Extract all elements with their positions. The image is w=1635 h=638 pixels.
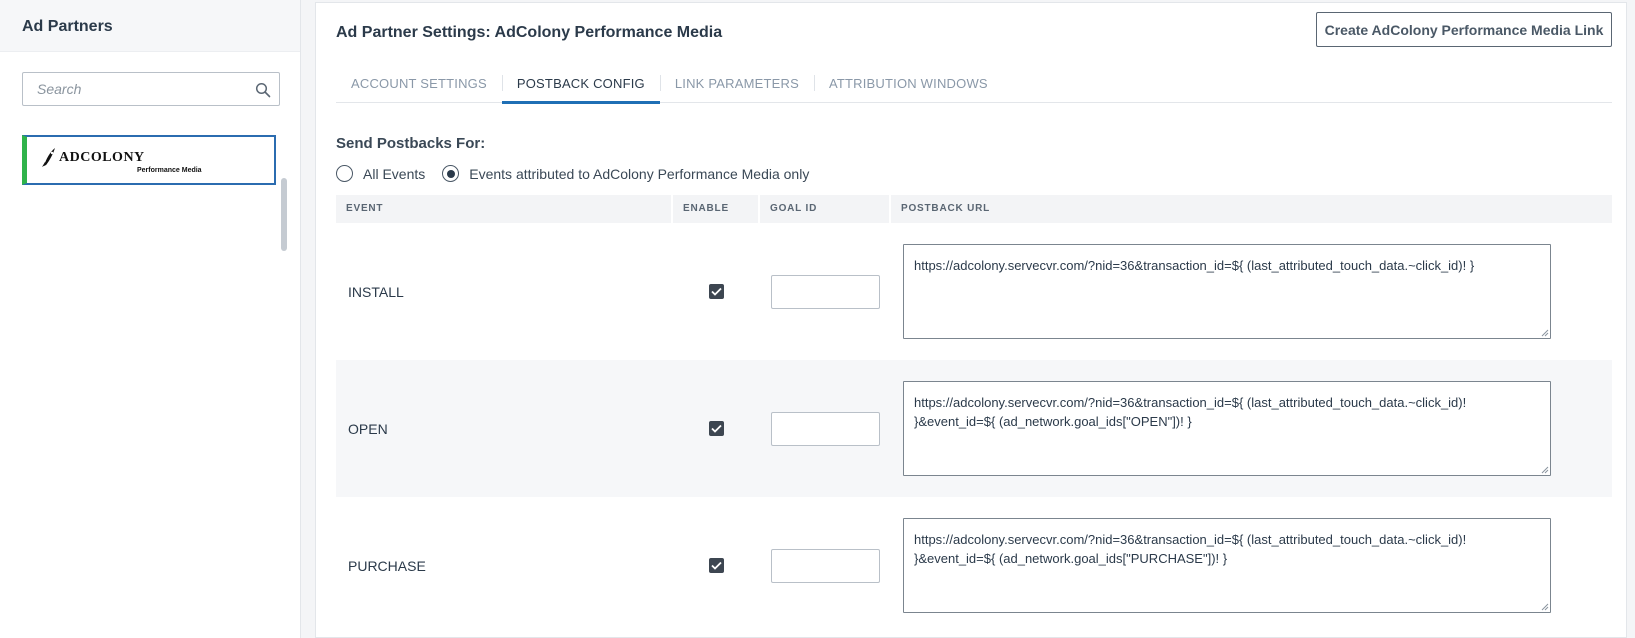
partner-item-adcolony[interactable]: ADCOLONY Performance Media <box>22 135 276 185</box>
checkmark-icon <box>711 561 722 570</box>
goal-id-input[interactable] <box>771 548 880 583</box>
radio-attributed-events-circle[interactable] <box>442 165 460 182</box>
postback-url-textarea[interactable]: https://adcolony.servecvr.com/?nid=36&tr… <box>903 244 1551 339</box>
header-enable: Enable <box>673 195 760 223</box>
postback-table: Event Enable Goal ID Postback URL INSTAL… <box>336 195 1612 634</box>
event-name: INSTALL <box>348 283 404 300</box>
goal-id-cell <box>760 274 891 309</box>
radio-attributed-events-label: Events attributed to AdColony Performanc… <box>469 165 810 182</box>
goal-id-cell <box>760 548 891 583</box>
tab-postback-config[interactable]: Postback Config <box>501 67 660 104</box>
postback-url-cell: https://adcolony.servecvr.com/?nid=36&tr… <box>891 518 1612 613</box>
enable-cell <box>673 284 760 299</box>
send-postbacks-radio-group: All Events Events attributed to AdColony… <box>336 165 826 182</box>
goal-id-input[interactable] <box>771 274 880 309</box>
app-root: Ad Partners ADCOLONY Performance Media <box>0 0 1635 638</box>
partner-search-box <box>22 72 280 106</box>
enable-checkbox[interactable] <box>709 284 724 299</box>
partner-search-input[interactable] <box>23 73 279 105</box>
adcolony-logo-text: ADCOLONY Performance Media <box>59 146 202 175</box>
sidebar-scrollbar[interactable] <box>281 178 287 251</box>
table-row: INSTALL https://adcolony.servecvr.com/?n… <box>336 223 1612 360</box>
search-icon[interactable] <box>255 82 271 98</box>
enable-cell <box>673 558 760 573</box>
goal-id-input[interactable] <box>771 411 880 446</box>
postback-url-textarea[interactable]: https://adcolony.servecvr.com/?nid=36&tr… <box>903 518 1551 613</box>
logo-sub-text: Performance Media <box>137 167 202 174</box>
adcolony-logo: ADCOLONY Performance Media <box>41 146 202 174</box>
checkmark-icon <box>711 287 722 296</box>
tab-attribution-windows[interactable]: Attribution Windows <box>813 67 1003 103</box>
resize-grip-icon[interactable] <box>1541 603 1549 611</box>
header-goal-id: Goal ID <box>760 195 891 223</box>
resize-grip-icon[interactable] <box>1541 329 1549 337</box>
postback-url-wrapper: https://adcolony.servecvr.com/?nid=36&tr… <box>903 518 1551 613</box>
enable-checkbox[interactable] <box>709 558 724 573</box>
enable-checkbox[interactable] <box>709 421 724 436</box>
event-name: OPEN <box>348 420 388 437</box>
enable-cell <box>673 421 760 436</box>
header-postback-url: Postback URL <box>901 203 991 214</box>
tab-account-settings[interactable]: Account Settings <box>336 67 502 103</box>
tab-link-parameters[interactable]: Link Parameters <box>659 67 814 103</box>
postback-url-cell: https://adcolony.servecvr.com/?nid=36&tr… <box>891 244 1612 339</box>
table-row: OPEN https://adcolony.servecvr.com/?nid=… <box>336 360 1612 497</box>
postback-url-wrapper: https://adcolony.servecvr.com/?nid=36&tr… <box>903 381 1551 476</box>
event-name: PURCHASE <box>348 557 426 574</box>
ad-partners-sidebar: Ad Partners ADCOLONY Performance Media <box>0 0 301 638</box>
radio-attributed-events[interactable]: Events attributed to AdColony Performanc… <box>442 165 809 182</box>
postback-url-cell: https://adcolony.servecvr.com/?nid=36&tr… <box>891 381 1612 476</box>
send-postbacks-label: Send Postbacks For: <box>336 135 486 152</box>
page-title: Ad Partner Settings: AdColony Performanc… <box>336 24 723 41</box>
postback-table-header: Event Enable Goal ID Postback URL <box>336 195 1612 223</box>
header-event: Event <box>336 195 673 223</box>
radio-all-events-label: All Events <box>363 165 426 182</box>
postback-url-wrapper: https://adcolony.servecvr.com/?nid=36&tr… <box>903 244 1551 339</box>
create-link-button[interactable]: Create AdColony Performance Media Link <box>1316 12 1612 47</box>
sidebar-title: Ad Partners <box>0 0 300 52</box>
checkmark-icon <box>711 424 722 433</box>
adcolony-rocket-icon <box>42 148 55 167</box>
radio-all-events-circle[interactable] <box>336 165 353 182</box>
settings-tabs: Account Settings Postback Config Link Pa… <box>336 67 1612 104</box>
resize-grip-icon[interactable] <box>1541 466 1549 474</box>
goal-id-cell <box>760 411 891 446</box>
partner-settings-panel: Ad Partner Settings: AdColony Performanc… <box>315 2 1627 638</box>
postback-url-textarea[interactable]: https://adcolony.servecvr.com/?nid=36&tr… <box>903 381 1551 476</box>
radio-all-events[interactable]: All Events <box>336 165 425 182</box>
table-row: PURCHASE https://adcolony.servecvr.com/?… <box>336 497 1612 634</box>
logo-main-text: ADCOLONY <box>59 150 145 165</box>
